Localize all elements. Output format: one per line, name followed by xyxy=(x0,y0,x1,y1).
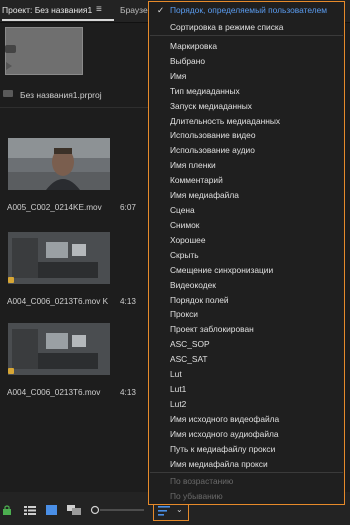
menu-item[interactable]: ASC_SOP xyxy=(170,339,210,349)
clip-name: A005_C002_0214KE.mov xyxy=(7,203,102,212)
menu-item[interactable]: Хорошее xyxy=(170,235,206,245)
clip-duration: 4:13 xyxy=(120,388,136,397)
menu-item[interactable]: Скрыть xyxy=(170,250,199,260)
active-tab-underline xyxy=(2,19,114,21)
menu-item[interactable]: Проект заблокирован xyxy=(170,324,254,334)
play-icon[interactable] xyxy=(6,62,12,70)
preview-thumbnail xyxy=(5,27,83,75)
menu-item[interactable]: Имя пленки xyxy=(170,160,216,170)
clip-duration: 4:13 xyxy=(120,297,136,306)
menu-item[interactable]: Имя медиафайла прокси xyxy=(170,459,268,469)
menu-item[interactable]: Использование видео xyxy=(170,130,256,140)
clip-image xyxy=(8,323,110,375)
menu-item[interactable]: Смещение синхронизации xyxy=(170,265,273,275)
sort-icon xyxy=(158,506,170,516)
checkmark-icon: ✓ xyxy=(157,5,165,15)
chevron-down-icon: ⌄ xyxy=(176,505,183,514)
menu-item[interactable]: Снимок xyxy=(170,220,199,230)
panel-menu-icon[interactable]: ≡ xyxy=(96,4,102,15)
clip-duration: 6:07 xyxy=(120,203,136,212)
menu-item[interactable]: Тип медиаданных xyxy=(170,86,240,96)
freeform-view-icon[interactable] xyxy=(67,505,81,515)
label-color-swatch xyxy=(8,277,14,283)
menu-divider xyxy=(150,35,343,36)
zoom-slider[interactable] xyxy=(90,505,146,515)
clip-name: A004_C006_0213T6.mov K xyxy=(7,297,109,306)
project-file-name: Без названия1.prproj xyxy=(20,90,102,100)
clip-thumbnail[interactable] xyxy=(8,232,110,284)
menu-item[interactable]: ASC_SAT xyxy=(170,354,208,364)
menu-item-list-sort[interactable]: Сортировка в режиме списка xyxy=(170,22,283,32)
menu-item[interactable]: Использование аудио xyxy=(170,145,255,155)
menu-item[interactable]: Видеокодек xyxy=(170,280,216,290)
menu-item-descending: По убыванию xyxy=(170,491,223,501)
menu-item[interactable]: Выбрано xyxy=(170,56,205,66)
lock-icon[interactable] xyxy=(3,505,11,515)
icon-view-icon[interactable] xyxy=(46,505,57,515)
label-color-swatch xyxy=(8,368,14,374)
menu-item[interactable]: Комментарий xyxy=(170,175,223,185)
menu-item[interactable]: Lut2 xyxy=(170,399,186,409)
divider xyxy=(0,107,150,108)
menu-divider xyxy=(150,472,343,473)
menu-item[interactable]: Lut1 xyxy=(170,384,186,394)
menu-item[interactable]: Имя медиафайла xyxy=(170,190,239,200)
menu-item[interactable]: Маркировка xyxy=(170,41,217,51)
clip-thumbnail[interactable] xyxy=(8,138,110,190)
clip-image xyxy=(8,232,110,284)
menu-item[interactable]: Длительность медиаданных xyxy=(170,116,280,126)
clip-thumbnail[interactable] xyxy=(8,323,110,375)
tab-project[interactable]: Проект: Без названия1 xyxy=(2,5,92,15)
camera-icon xyxy=(5,45,16,53)
menu-item[interactable]: Имя исходного аудиофайла xyxy=(170,429,279,439)
menu-item[interactable]: Запуск медиаданных xyxy=(170,101,252,111)
menu-item[interactable]: Путь к медиафайлу прокси xyxy=(170,444,275,454)
folder-icon xyxy=(3,90,13,97)
menu-item[interactable]: Прокси xyxy=(170,309,198,319)
menu-item[interactable]: Порядок полей xyxy=(170,295,229,305)
menu-item-user-order[interactable]: Порядок, определяемый пользователем xyxy=(170,5,327,15)
menu-item[interactable]: Сцена xyxy=(170,205,195,215)
menu-item[interactable]: Имя xyxy=(170,71,186,81)
clip-image xyxy=(8,138,110,190)
list-view-icon[interactable] xyxy=(24,506,36,515)
clip-name: A004_C006_0213T6.mov xyxy=(7,388,101,397)
menu-item[interactable]: Имя исходного видеофайла xyxy=(170,414,279,424)
menu-item-ascending: По возрастанию xyxy=(170,476,234,486)
menu-item[interactable]: Lut xyxy=(170,369,182,379)
